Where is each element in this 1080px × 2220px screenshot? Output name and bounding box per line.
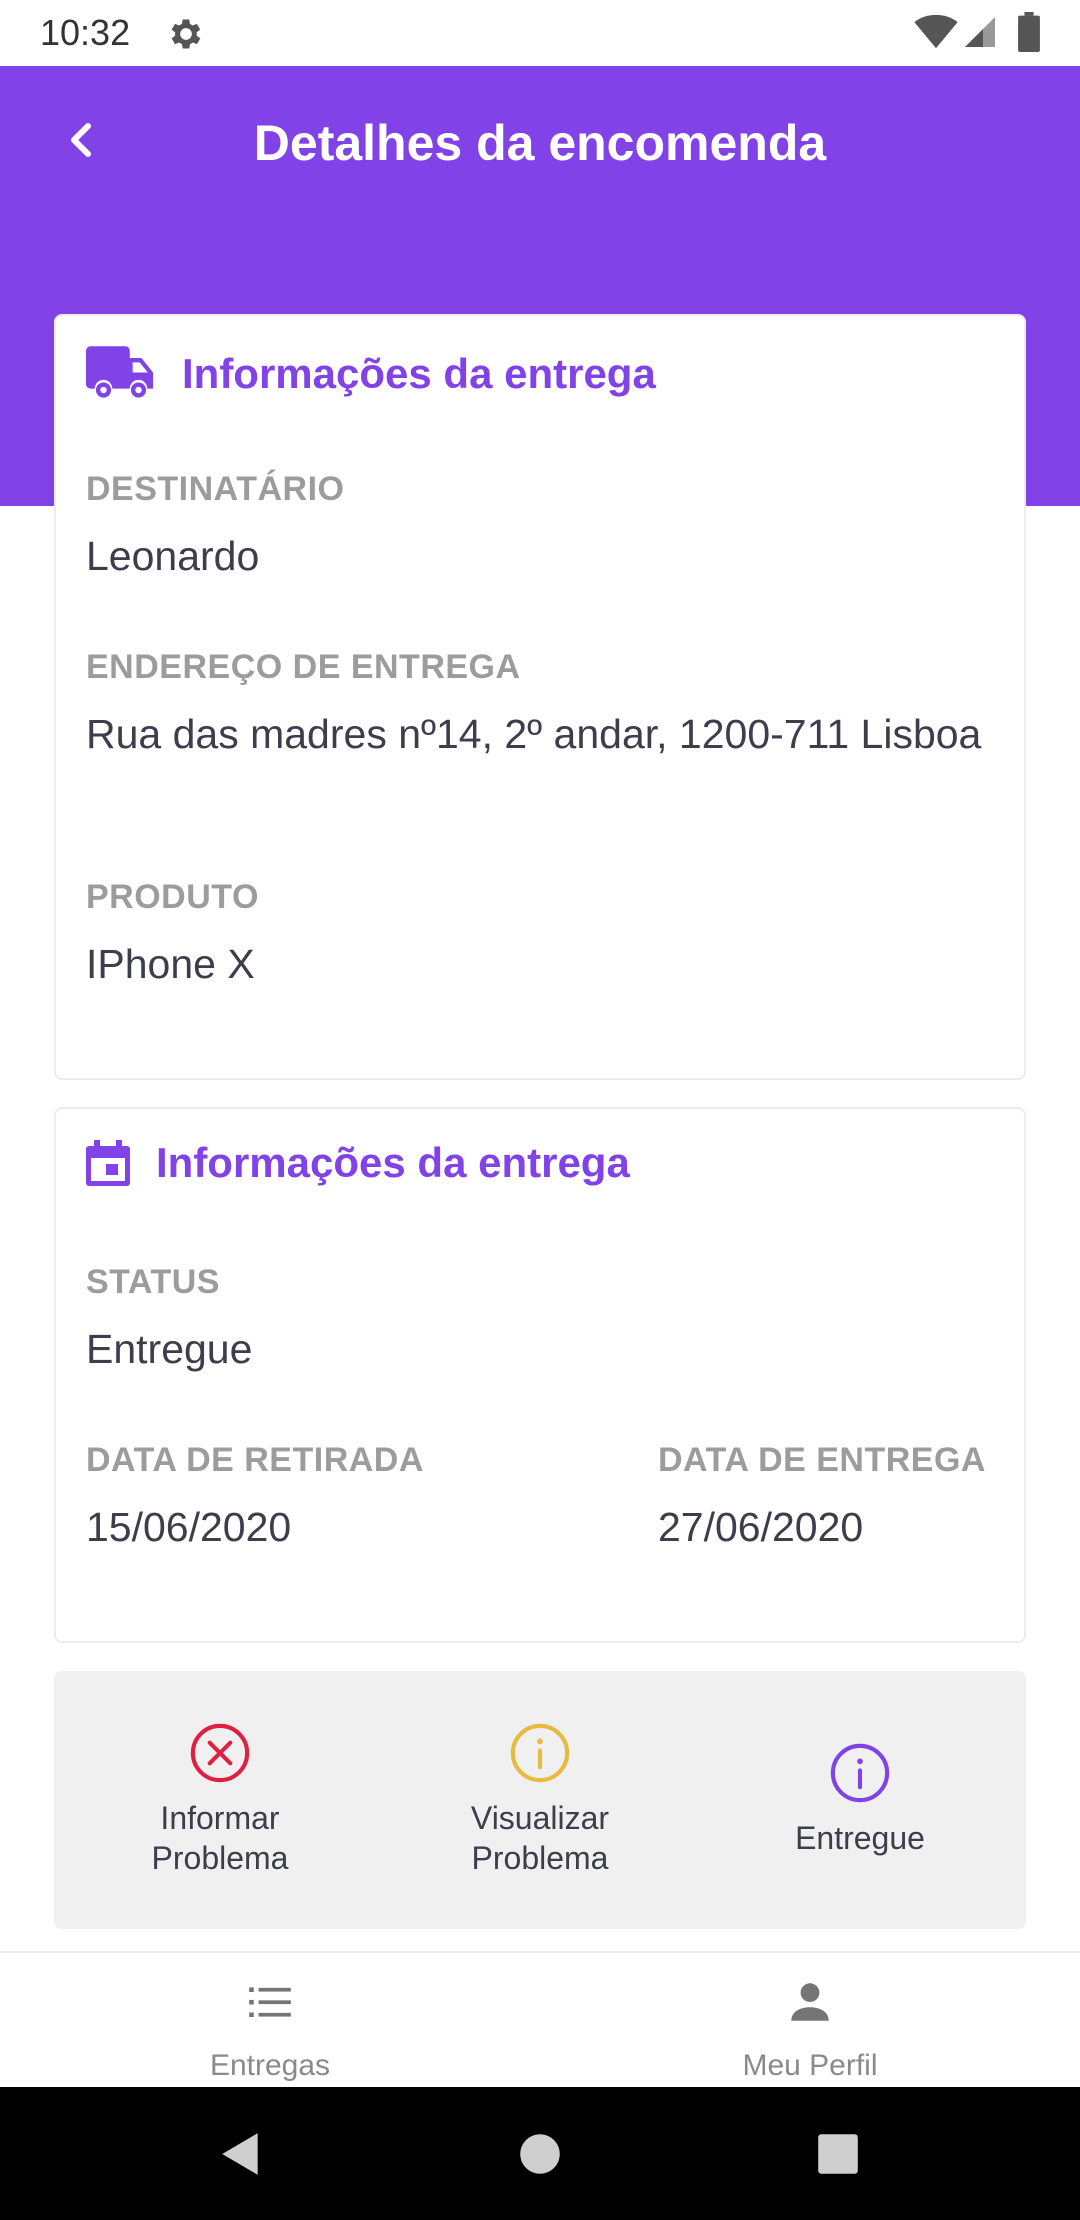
- status-time: 10:32: [40, 12, 131, 53]
- pickup-date-label: DATA DE RETIRADA: [86, 1441, 424, 1479]
- pickup-date-value: 15/06/2020: [86, 1504, 292, 1550]
- recents-square-icon[interactable]: [813, 2129, 863, 2179]
- card-title: Informações da entrega: [156, 1139, 630, 1186]
- card-header: Informações da entrega: [86, 346, 656, 402]
- address-value: Rua das madres nº14, 2º andar, 1200-711 …: [86, 711, 982, 757]
- status-label: STATUS: [86, 1263, 220, 1301]
- status-bar: 10:32: [0, 0, 1080, 66]
- person-icon: [791, 1983, 829, 2021]
- recipient-value: Leonardo: [86, 533, 260, 579]
- page-title: Detalhes da encomenda: [253, 115, 827, 171]
- delivered-button[interactable]: Entregue: [700, 1671, 1020, 1929]
- view-problem-button[interactable]: Visualizar Problema: [380, 1671, 700, 1929]
- address-label: ENDEREÇO DE ENTREGA: [86, 648, 521, 686]
- nav-label: Meu Perfil: [742, 2049, 878, 2082]
- delivery-info-card: Informações da entrega DESTINATÁRIO Leon…: [54, 314, 1026, 1080]
- back-triangle-icon[interactable]: [216, 2129, 266, 2179]
- action-label: Visualizar Problema: [470, 1800, 610, 1876]
- product-value: IPhone X: [86, 941, 255, 987]
- status-value: Entregue: [86, 1326, 253, 1372]
- home-circle-icon[interactable]: [515, 2129, 565, 2179]
- battery-icon: [1018, 12, 1040, 52]
- nav-item-meu-perfil[interactable]: Meu Perfil: [540, 1953, 1080, 2087]
- product-label: PRODUTO: [86, 878, 259, 916]
- truck-icon: [86, 346, 154, 398]
- recipient-label: DESTINATÁRIO: [86, 470, 345, 508]
- list-icon: [249, 1987, 291, 2017]
- gear-icon: [171, 19, 201, 49]
- wifi-icon: [914, 14, 958, 49]
- nav-item-entregas[interactable]: Entregas: [0, 1953, 540, 2087]
- action-label: Entregue: [795, 1820, 925, 1856]
- action-label: Informar Problema: [151, 1800, 289, 1876]
- delivery-date-label: DATA DE ENTREGA: [658, 1441, 986, 1479]
- report-problem-button[interactable]: Informar Problema: [60, 1671, 380, 1929]
- nav-label: Entregas: [209, 2049, 331, 2082]
- card-title: Informações da entrega: [182, 350, 656, 397]
- system-navigation-bar: [0, 2087, 1080, 2220]
- card-header: Informações da entrega: [86, 1139, 630, 1187]
- delivery-date-value: 27/06/2020: [658, 1504, 864, 1550]
- x-circle-icon: [190, 1723, 250, 1783]
- calendar-icon: [86, 1140, 130, 1186]
- status-info-card: Informações da entrega STATUS Entregue D…: [54, 1107, 1026, 1643]
- signal-icon: [965, 17, 995, 47]
- action-panel: Informar Problema Visualizar Problema En…: [54, 1671, 1026, 1929]
- info-circle-icon: [830, 1743, 890, 1803]
- info-circle-icon: [510, 1723, 570, 1783]
- bottom-navigation: Entregas Meu Perfil: [0, 1951, 1080, 2087]
